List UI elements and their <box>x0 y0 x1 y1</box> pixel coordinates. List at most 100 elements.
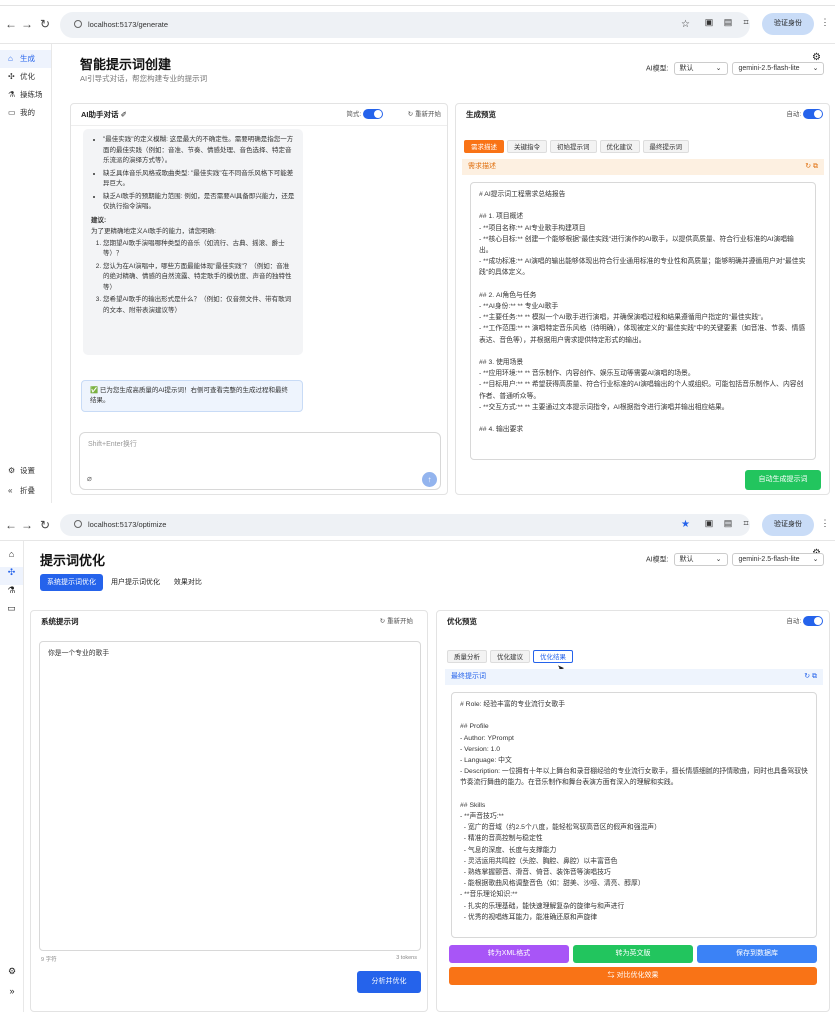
auto-mode: 自动: <box>786 104 823 126</box>
collapse-icon: « <box>8 486 13 495</box>
system-prompt-input[interactable]: 你是一个专业的歌手 <box>39 641 421 951</box>
sidebar-item-mine[interactable]: ▭ 我的 <box>0 104 51 122</box>
preview-tabs: 需求描述 关键指令 初始提示词 优化建议 最终提示词 <box>464 136 692 154</box>
reset-label: 重新开始 <box>387 618 413 625</box>
reload-icon[interactable]: ↻ <box>38 17 52 31</box>
input-placeholder: Shift+Enter换行 <box>88 441 137 448</box>
tab-quality-analysis[interactable]: 质量分析 <box>447 650 487 663</box>
model-label: AI模型: <box>646 556 669 564</box>
sidebar-item-playground[interactable]: ⚗ 操练场 <box>0 86 51 104</box>
suggestion-title: 建议: <box>91 216 107 224</box>
sidebar-item-settings[interactable]: ⚙ 设置 <box>0 462 35 480</box>
convert-english-button[interactable]: 转为英文版 <box>573 945 693 963</box>
model-name-select[interactable]: gemini-2.5-flash-lite ⌄ <box>732 553 825 566</box>
profile-menu-icon[interactable]: ▤ <box>722 17 734 28</box>
system-header: 系统提示词 ↻ 重新开始 <box>31 611 427 633</box>
address-bar[interactable]: localhost:5173/generate ☆ <box>60 12 750 38</box>
sparkle-icon[interactable]: ✣ <box>0 567 23 585</box>
reset-button[interactable]: ↻ 重新开始 <box>380 611 413 633</box>
tab-requirement[interactable]: 需求描述 <box>464 140 504 153</box>
chat-title: AI助手对话 <box>81 110 119 119</box>
sidebar-item-collapse[interactable]: « 折叠 <box>0 482 35 500</box>
section-bar: 最终提示词 ↻ ⧉ <box>445 669 823 685</box>
attachment-icon[interactable]: ⌀ <box>87 474 92 483</box>
tab-key-instructions[interactable]: 关键指令 <box>507 140 547 153</box>
home-icon[interactable]: ⌂ <box>0 549 23 567</box>
flask-icon[interactable]: ⚗ <box>0 585 23 603</box>
back-icon[interactable]: ← <box>4 17 18 31</box>
verify-identity-button[interactable]: 验证身份 <box>762 514 814 536</box>
tab-compare[interactable]: 效果对比 <box>168 574 208 591</box>
chat-input[interactable]: Shift+Enter换行 <box>79 432 441 490</box>
edit-icon[interactable]: ✐ <box>121 110 127 119</box>
bookmark-star-icon[interactable]: ☆ <box>681 12 690 38</box>
final-prompt-content[interactable]: # Role: 经验丰富的专业流行女歌手 ## Profile - Author… <box>451 692 817 938</box>
token-count: 3 tokens <box>396 955 417 961</box>
refresh-copy-icons[interactable]: ↻ ⧉ <box>804 669 817 685</box>
system-title: 系统提示词 <box>41 617 79 626</box>
auto-mode: 自动: <box>786 611 823 633</box>
extension-icon[interactable]: ▣ <box>703 17 715 28</box>
url-text: localhost:5173/generate <box>88 20 169 29</box>
verify-identity-button[interactable]: 验证身份 <box>762 13 814 35</box>
tab-initial-prompt[interactable]: 初始提示词 <box>550 140 597 153</box>
back-icon[interactable]: ← <box>4 518 18 532</box>
expand-icon[interactable]: » <box>0 986 24 996</box>
tab-optimize-suggestions[interactable]: 优化建议 <box>490 650 530 663</box>
tab-suggestions[interactable]: 优化建议 <box>599 140 640 153</box>
sparkle-icon: ✣ <box>8 72 15 81</box>
send-button[interactable]: ↑ <box>422 472 437 487</box>
bookmark-star-icon[interactable]: ★ <box>681 514 690 536</box>
section-bar: 需求描述 ↻ ⧉ <box>462 159 824 175</box>
save-database-button[interactable]: 保存到数据库 <box>697 945 817 963</box>
select-value: gemini-2.5-flash-lite <box>738 556 800 563</box>
preview-title: 生成预览 <box>466 110 496 119</box>
quick-label: 简式: <box>346 111 362 118</box>
page-title: 智能提示词创建 <box>80 57 172 72</box>
analyze-optimize-button[interactable]: 分析并优化 <box>357 971 421 993</box>
folder-icon: ▭ <box>8 108 16 117</box>
sidebar-item-optimize[interactable]: ✣ 优化 <box>0 68 51 86</box>
requirement-content[interactable]: # AI提示词工程需求总结报告 ## 1. 项目概述 - **项目名称:** A… <box>470 182 816 460</box>
puzzle-icon[interactable]: ⌗ <box>740 518 752 529</box>
folder-icon[interactable]: ▭ <box>0 603 23 621</box>
page-subtitle: AI引导式对话，帮您构建专业的提示词 <box>80 74 208 83</box>
select-value: gemini-2.5-flash-lite <box>738 65 800 72</box>
sidebar-item-generate[interactable]: ⌂ 生成 <box>0 50 51 68</box>
quick-toggle[interactable] <box>363 109 383 120</box>
auto-generate-button[interactable]: 自动生成提示词 <box>745 470 821 490</box>
reload-icon[interactable]: ↻ <box>38 518 52 532</box>
model-name-select[interactable]: gemini-2.5-flash-lite ⌄ <box>732 62 825 75</box>
preview-header: 生成预览 自动: <box>456 104 829 126</box>
tab-final-prompt[interactable]: 最终提示词 <box>642 140 689 153</box>
section-label: 最终提示词 <box>451 673 486 680</box>
flask-icon: ⚗ <box>8 90 16 99</box>
more-menu-icon[interactable]: ⋮ <box>819 17 831 28</box>
refresh-copy-icons[interactable]: ↻ ⧉ <box>805 159 818 175</box>
address-bar[interactable]: localhost:5173/optimize ★ <box>60 514 750 536</box>
model-default-select[interactable]: 默认 ⌄ <box>673 553 728 566</box>
assistant-message: "最佳实践"的定义模糊: 这是最大的不确定性。需要明确是指您一方面的最佳实践（例… <box>83 129 303 355</box>
convert-xml-button[interactable]: 转为XML格式 <box>449 945 569 963</box>
tab-system-optimize[interactable]: 系统提示词优化 <box>40 574 103 591</box>
gear-icon[interactable]: ⚙ <box>0 966 24 977</box>
forward-icon[interactable]: → <box>20 17 34 31</box>
forward-icon[interactable]: → <box>20 518 34 532</box>
extension-icon[interactable]: ▣ <box>703 518 715 529</box>
tab-user-optimize[interactable]: 用户提示词优化 <box>105 574 166 591</box>
result-tabs: 质量分析 优化建议 优化结果 <box>447 646 576 664</box>
auto-toggle[interactable] <box>803 109 823 120</box>
message-bullet: 缺乏具体音乐风格或歌曲类型: "最佳实践"在不同音乐风格下可能差异巨大。 <box>103 169 295 190</box>
site-info-icon[interactable] <box>74 520 82 528</box>
auto-toggle[interactable] <box>803 616 823 627</box>
site-info-icon[interactable] <box>74 20 82 28</box>
compare-effect-button[interactable]: ⇆ 对比优化效果 <box>449 967 817 985</box>
tab-optimize-result[interactable]: 优化结果 <box>533 650 573 663</box>
more-menu-icon[interactable]: ⋮ <box>819 518 831 529</box>
restart-button[interactable]: ↻ 重新开始 <box>408 104 441 126</box>
model-default-select[interactable]: 默认 ⌄ <box>673 62 728 75</box>
optimize-title: 优化预览 <box>447 617 477 626</box>
mode-tabs: 系统提示词优化 用户提示词优化 效果对比 <box>40 574 208 591</box>
profile-menu-icon[interactable]: ▤ <box>722 518 734 529</box>
puzzle-icon[interactable]: ⌗ <box>740 17 752 28</box>
